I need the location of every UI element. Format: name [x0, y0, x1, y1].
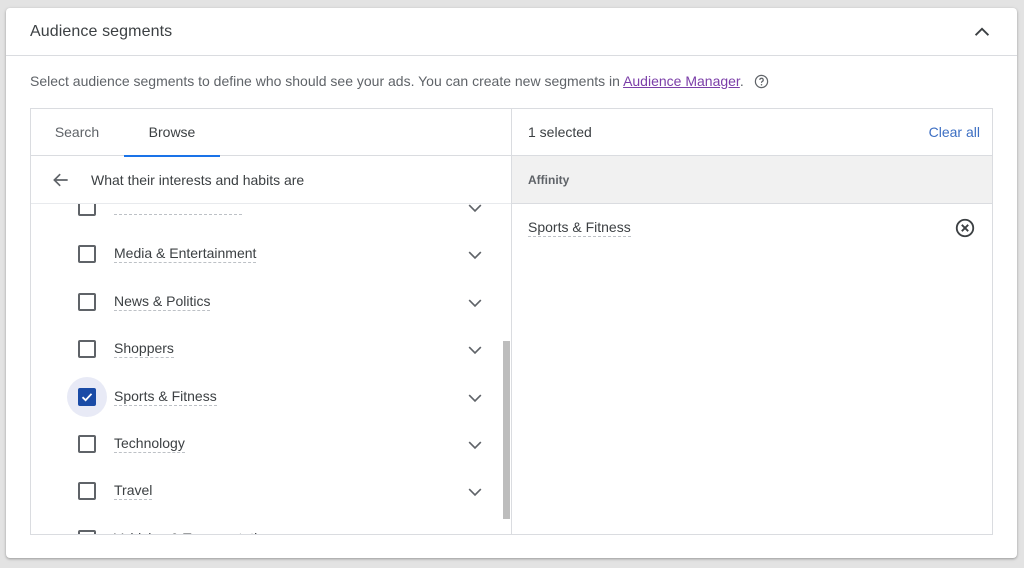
- clear-all-button[interactable]: Clear all: [929, 124, 980, 140]
- category-title: What their interests and habits are: [91, 172, 305, 188]
- segment-picker: Search Browse What their interests and h…: [30, 108, 993, 535]
- expand-chevron-icon[interactable]: [465, 435, 485, 460]
- expand-chevron-icon[interactable]: [465, 388, 485, 413]
- selected-count: 1 selected: [528, 124, 592, 140]
- expand-chevron-icon[interactable]: [465, 245, 485, 270]
- checkbox-ripple: [67, 376, 107, 417]
- category-label[interactable]: [114, 204, 242, 215]
- category-checkbox[interactable]: [78, 434, 96, 453]
- expand-chevron-icon[interactable]: [465, 482, 485, 507]
- audience-segments-card: Audience segments Select audience segmen…: [6, 8, 1017, 558]
- expand-chevron-icon[interactable]: [465, 293, 485, 318]
- scrollbar-thumb[interactable]: [503, 341, 510, 519]
- category-label[interactable]: Travel: [114, 482, 153, 501]
- scrollbar[interactable]: [503, 204, 511, 534]
- selected-item-label: Sports & Fitness: [528, 219, 631, 237]
- checkbox-ripple: [67, 329, 107, 369]
- checkbox-ripple: [67, 282, 107, 322]
- category-checkbox[interactable]: [78, 204, 96, 216]
- category-header: What their interests and habits are: [31, 157, 511, 204]
- category-row[interactable]: Sports & Fitness: [31, 371, 511, 418]
- checkbox-ripple: [67, 424, 107, 464]
- category-row[interactable]: Technology: [31, 418, 511, 465]
- category-label[interactable]: News & Politics: [114, 293, 211, 311]
- category-label[interactable]: Vehicles & Transportation: [114, 530, 273, 534]
- category-checkbox[interactable]: [78, 340, 96, 359]
- category-row[interactable]: News & Politics: [31, 276, 511, 323]
- audience-manager-link[interactable]: Audience Manager: [623, 73, 740, 89]
- remove-selected-button[interactable]: [954, 217, 976, 244]
- description-suffix: .: [739, 73, 744, 89]
- description-text: Select audience segments to define who s…: [30, 73, 624, 89]
- expand-chevron-icon[interactable]: [465, 204, 485, 223]
- category-checkbox[interactable]: [78, 482, 96, 501]
- group-label: Affinity: [528, 173, 570, 187]
- card-header[interactable]: Audience segments: [6, 8, 1017, 56]
- collapse-button[interactable]: [971, 21, 993, 43]
- checkbox-ripple: [67, 234, 107, 274]
- expand-chevron-icon[interactable]: [465, 340, 485, 365]
- checkbox-ripple: [67, 471, 107, 511]
- selected-header: 1 selected Clear all: [512, 109, 992, 156]
- expand-chevron-icon[interactable]: [465, 530, 485, 534]
- remove-circle-icon: [955, 218, 975, 238]
- category-row[interactable]: Vehicles & Transportation: [31, 513, 511, 534]
- selected-item: Sports & Fitness: [512, 204, 992, 252]
- category-checkbox[interactable]: [78, 387, 96, 406]
- selected-group-header: Affinity: [512, 156, 992, 204]
- description: Select audience segments to define who s…: [30, 73, 769, 92]
- category-row[interactable]: [31, 204, 511, 228]
- tab-search[interactable]: Search: [31, 109, 123, 156]
- category-checkbox[interactable]: [78, 529, 96, 534]
- category-label[interactable]: Shoppers: [114, 340, 174, 359]
- checkbox-ripple: [67, 204, 107, 227]
- category-label[interactable]: Technology: [114, 435, 185, 453]
- checkmark-icon: [81, 392, 93, 402]
- category-row[interactable]: Travel: [31, 465, 511, 512]
- category-checkbox[interactable]: [78, 292, 96, 311]
- tab-bar: Search Browse: [31, 109, 511, 157]
- category-checkbox[interactable]: [78, 245, 96, 264]
- card-title: Audience segments: [30, 23, 173, 40]
- browse-panel: Search Browse What their interests and h…: [31, 109, 512, 534]
- chevron-up-icon: [974, 27, 990, 36]
- category-row[interactable]: Media & Entertainment: [31, 228, 511, 275]
- checkbox-ripple: [67, 519, 107, 534]
- tab-browse[interactable]: Browse: [124, 109, 220, 157]
- help-icon[interactable]: [754, 74, 769, 92]
- category-label[interactable]: Media & Entertainment: [114, 245, 257, 264]
- category-label[interactable]: Sports & Fitness: [114, 388, 217, 406]
- category-row[interactable]: Shoppers: [31, 323, 511, 370]
- back-arrow-icon[interactable]: [51, 170, 71, 195]
- category-list[interactable]: Media & Entertainment News & Politics Shop…: [31, 204, 511, 534]
- selected-panel: 1 selected Clear all Affinity Sports & F…: [512, 109, 992, 534]
